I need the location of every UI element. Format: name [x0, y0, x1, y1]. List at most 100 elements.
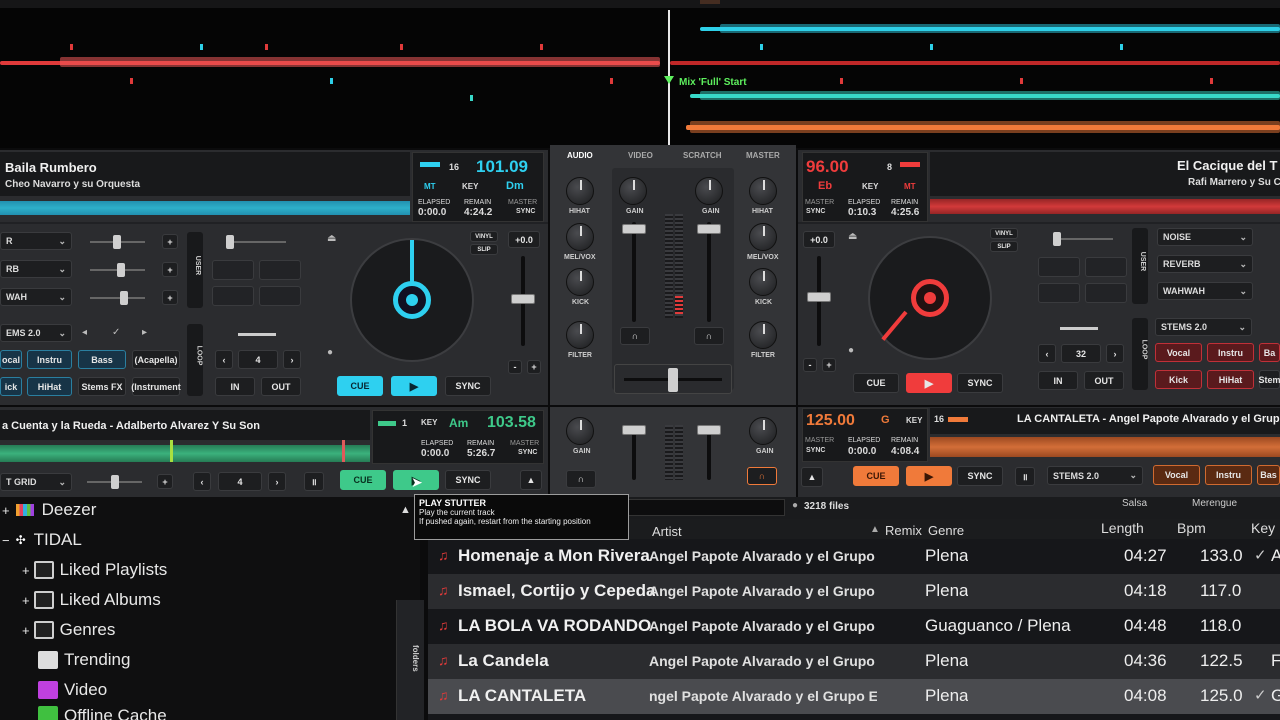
- mixer-tab-master[interactable]: MASTER: [746, 151, 780, 160]
- deck4-cue-button[interactable]: CUE: [853, 466, 899, 486]
- deck1-pitch-minus[interactable]: -: [508, 360, 522, 374]
- deck4-stem-pad[interactable]: Instru: [1205, 465, 1252, 485]
- deck1-loop-out-button[interactable]: OUT: [261, 377, 301, 396]
- deck2-stem-pad[interactable]: Vocal: [1155, 343, 1202, 362]
- deck4-eject-button[interactable]: ▲: [801, 467, 823, 487]
- deck3-slider-handle[interactable]: [111, 475, 119, 489]
- sidebar-item-video[interactable]: Video: [38, 680, 107, 700]
- deck4-track-waveform[interactable]: [930, 437, 1280, 457]
- table-row-selected[interactable]: ♫ LA CANTALETA ngel Papote Alvarado y el…: [428, 679, 1280, 714]
- deck4-key[interactable]: G: [881, 414, 890, 426]
- deck1-stem-pad[interactable]: Bass: [78, 350, 126, 369]
- deck1-stem-pad[interactable]: (Instrument: [131, 377, 181, 396]
- deck4-volume-handle[interactable]: [697, 425, 721, 435]
- sidebar-item-offline-cache[interactable]: Offline Cache: [38, 706, 167, 720]
- deck2-pitch-plus[interactable]: +: [822, 358, 836, 372]
- deck3-sync-label[interactable]: SYNC: [518, 449, 537, 456]
- deck1-stems-check-icon[interactable]: ✓: [112, 327, 120, 338]
- deck2-stem-pad[interactable]: Ba: [1259, 343, 1280, 362]
- deck4-elapsed[interactable]: 0:00.0: [848, 446, 876, 457]
- deck4-stem-pad[interactable]: Bas: [1257, 465, 1280, 485]
- mixer-tab-audio[interactable]: AUDIO: [567, 151, 593, 160]
- deck1-sync-button[interactable]: SYNC: [445, 376, 491, 396]
- deck3-loop-half-button[interactable]: ‹: [193, 472, 211, 491]
- deck1-pitch-fader-handle[interactable]: [511, 294, 535, 304]
- column-genre[interactable]: Genre: [928, 523, 964, 538]
- deck2-pitch-fader-handle[interactable]: [807, 292, 831, 302]
- deck1-fx1-add-button[interactable]: +: [162, 234, 178, 249]
- deck1-play-button[interactable]: ▶: [391, 376, 437, 396]
- deck1-stop-icon[interactable]: ●: [327, 347, 333, 358]
- search-input[interactable]: [628, 499, 785, 516]
- deck1-fx3-select[interactable]: WAH ⌄: [0, 288, 72, 306]
- deck1-stem-pad[interactable]: ick: [0, 377, 22, 396]
- deck2-remain[interactable]: 4:25.6: [891, 207, 919, 218]
- deck1-elapsed[interactable]: 0:00.0: [418, 207, 446, 218]
- deck2-volume-fader[interactable]: [707, 222, 711, 322]
- folders-tab[interactable]: folders: [411, 645, 420, 672]
- mixer-tab-video[interactable]: VIDEO: [628, 151, 653, 160]
- deck2-sync-button[interactable]: SYNC: [957, 373, 1003, 393]
- deck4-bpm[interactable]: 125.00: [806, 412, 855, 430]
- deck1-stems-left-icon[interactable]: ◂: [82, 327, 87, 338]
- sidebar-item-genres[interactable]: + Genres: [22, 620, 115, 640]
- deck2-pad[interactable]: [1038, 257, 1080, 277]
- deck1-pitch-value[interactable]: +0.0: [508, 231, 540, 248]
- deck2-gain-knob[interactable]: [695, 177, 723, 205]
- deck4-pause-button[interactable]: ॥: [1015, 467, 1035, 486]
- deck1-stem-pad[interactable]: ocal: [0, 350, 22, 369]
- deck3-gain-knob[interactable]: [566, 417, 594, 445]
- deck1-bpm[interactable]: 101.09: [476, 157, 528, 177]
- deck3-bpm[interactable]: 103.58: [487, 414, 536, 432]
- deck1-cue-button[interactable]: CUE: [337, 376, 383, 396]
- deck2-cue-button[interactable]: CUE: [853, 373, 899, 393]
- deck1-stems-select[interactable]: EMS 2.0 ⌄: [0, 324, 72, 342]
- deck1-hihat-knob[interactable]: [566, 177, 594, 205]
- table-row[interactable]: ♫ Homenaje a Mon Rivera Angel Papote Alv…: [428, 539, 1280, 574]
- deck1-loop-in-button[interactable]: IN: [215, 377, 255, 396]
- deck1-stem-pad[interactable]: HiHat: [27, 377, 72, 396]
- deck1-fx2-slider-handle[interactable]: [117, 263, 125, 277]
- deck3-volume-handle[interactable]: [622, 425, 646, 435]
- column-remix[interactable]: Remix: [885, 523, 922, 538]
- deck1-filter-slider-handle[interactable]: [226, 235, 234, 249]
- deck2-stem-pad[interactable]: Instru: [1207, 343, 1254, 362]
- deck1-key[interactable]: Dm: [506, 180, 524, 192]
- deck1-loop-half-button[interactable]: ‹: [215, 350, 233, 369]
- deck1-eject-icon[interactable]: ⏏: [327, 233, 336, 244]
- deck1-stems-right-icon[interactable]: ▸: [142, 327, 147, 338]
- deck1-pad[interactable]: [259, 260, 301, 280]
- deck2-fx2-select[interactable]: REVERB ⌄: [1157, 255, 1253, 273]
- crossfader-handle[interactable]: [668, 368, 678, 392]
- deck2-vinyl-button[interactable]: VINYL: [990, 228, 1018, 239]
- deck3-grid-select[interactable]: T GRID ⌄: [0, 473, 72, 491]
- deck2-play-button[interactable]: ▶: [906, 373, 952, 393]
- deck3-headphone-button[interactable]: ∩: [566, 470, 596, 488]
- sort-asc-icon[interactable]: ▲: [870, 524, 880, 535]
- deck1-fx2-add-button[interactable]: +: [162, 262, 178, 277]
- deck2-key[interactable]: Eb: [818, 180, 832, 192]
- deck2-loop-half-button[interactable]: ‹: [1038, 344, 1056, 363]
- deck3-track-waveform[interactable]: [0, 445, 370, 462]
- column-length[interactable]: Length: [1101, 520, 1144, 536]
- sidebar-item-deezer[interactable]: + Deezer: [2, 500, 96, 520]
- deck3-loop-size[interactable]: 4: [218, 472, 262, 491]
- collapse-arrow-icon[interactable]: ▲: [400, 504, 411, 516]
- filter-tag-merengue[interactable]: Merengue: [1192, 498, 1237, 509]
- deck2-pad[interactable]: [1085, 283, 1127, 303]
- deck4-play-button[interactable]: ▶: [906, 466, 952, 486]
- deck1-kick-knob[interactable]: [566, 268, 594, 296]
- deck2-hihat-knob[interactable]: [749, 177, 777, 205]
- deck3-pause-button[interactable]: ॥: [304, 472, 324, 491]
- deck2-fx1-select[interactable]: NOISE ⌄: [1157, 228, 1253, 246]
- waveform-overview[interactable]: [0, 0, 1280, 148]
- deck2-stop-icon[interactable]: ●: [848, 345, 854, 356]
- deck1-track-waveform[interactable]: [0, 201, 410, 215]
- column-artist[interactable]: Artist: [652, 524, 682, 539]
- deck2-stem-pad[interactable]: Stem: [1259, 370, 1280, 389]
- filter-tag-salsa[interactable]: Salsa: [1122, 498, 1147, 509]
- deck1-volume-handle[interactable]: [622, 224, 646, 234]
- table-row[interactable]: ♫ LA BOLA VA RODANDO Angel Papote Alvara…: [428, 609, 1280, 644]
- deck1-pad[interactable]: [259, 286, 301, 306]
- deck2-loop-out-button[interactable]: OUT: [1084, 371, 1124, 390]
